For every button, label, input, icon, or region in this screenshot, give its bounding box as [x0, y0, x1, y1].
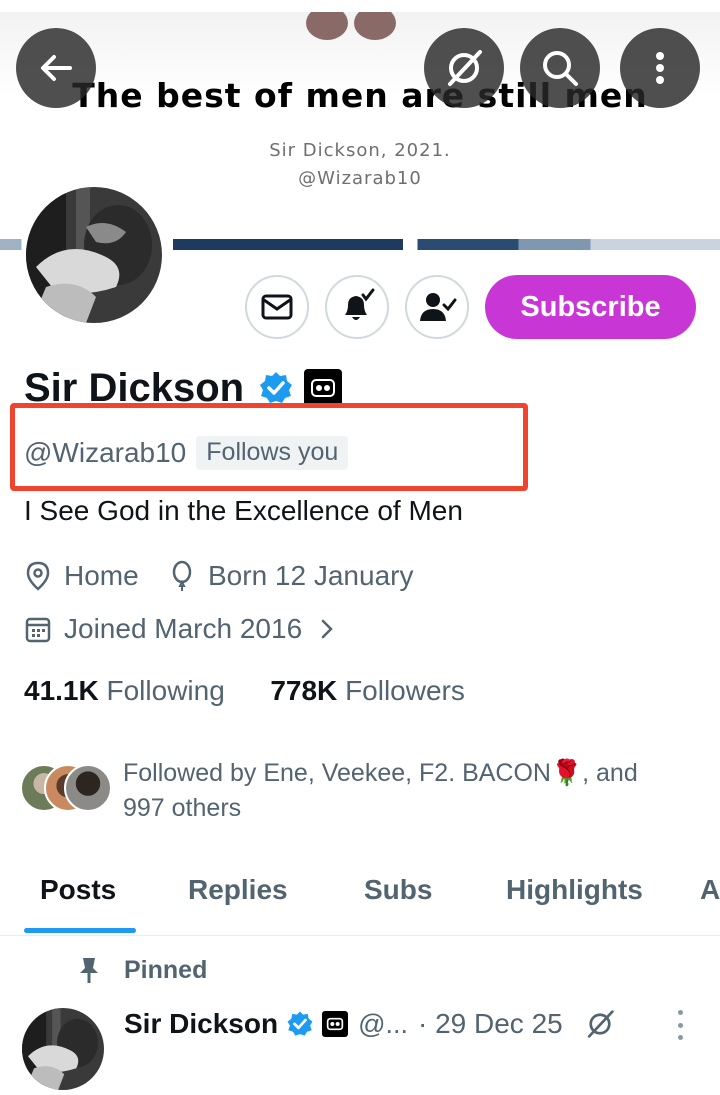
- notifications-button[interactable]: [325, 275, 389, 339]
- profile-location: Home: [24, 560, 139, 592]
- post-author-avatar[interactable]: [22, 1008, 104, 1090]
- pinned-label: Pinned: [124, 955, 208, 984]
- calendar-icon: [25, 617, 51, 643]
- profile-birthday: Born 12 January: [168, 560, 413, 592]
- following-label: Following: [106, 675, 225, 706]
- followers-count: 778K: [270, 675, 338, 706]
- more-options-button[interactable]: [620, 28, 700, 108]
- post-header: Sir Dickson @... · 29 Dec 25: [124, 1004, 617, 1044]
- grok-slash-icon[interactable]: [583, 1007, 617, 1041]
- mutual-followers-avatars[interactable]: [20, 764, 112, 814]
- person-check-icon: [420, 293, 457, 321]
- dot: [677, 1035, 683, 1040]
- more-vertical-icon: [656, 52, 664, 84]
- balloon-icon: [172, 560, 192, 591]
- location-text: Home: [64, 560, 139, 591]
- profile-bio: I See God in the Excellence of Men: [24, 495, 463, 526]
- search-button[interactable]: [520, 28, 600, 108]
- follows-you-badge: Follows you: [196, 436, 349, 470]
- following-count: 41.1K: [24, 675, 99, 706]
- avatar-photo: [26, 187, 162, 323]
- followed-by-text[interactable]: Followed by Ene, Veekee, F2. BACON🌹, and…: [123, 756, 683, 826]
- banner-decoration: [354, 12, 396, 40]
- grok-button[interactable]: [424, 28, 504, 108]
- banner-decoration: [306, 12, 348, 40]
- active-tab-indicator: [24, 928, 136, 933]
- pinned-indicator: Pinned: [76, 955, 207, 985]
- dot: [677, 1022, 683, 1028]
- grok-slash-icon: [448, 50, 482, 86]
- tab-replies[interactable]: Replies: [188, 874, 288, 906]
- profile-tabs: Posts Replies Subs Highlights A: [0, 860, 720, 936]
- followers-label: Followers: [345, 675, 465, 706]
- back-button[interactable]: [16, 28, 96, 108]
- affiliation-logo: [311, 379, 336, 397]
- avatar: [64, 764, 112, 812]
- follow-counts: 41.1K Following 778K Followers: [24, 675, 465, 707]
- post-more-button[interactable]: [670, 1010, 690, 1040]
- pin-icon: [80, 958, 98, 983]
- post-author-name[interactable]: Sir Dickson: [124, 1008, 278, 1040]
- affiliation-logo: [326, 1017, 344, 1031]
- mail-icon: [261, 294, 293, 320]
- chevron-right-icon: [321, 619, 333, 639]
- verified-badge-icon[interactable]: [258, 370, 294, 406]
- bell-check-icon: [345, 288, 375, 320]
- search-icon: [543, 51, 578, 86]
- post-author-handle: @...: [358, 1008, 408, 1039]
- affiliation-badge-icon[interactable]: [304, 369, 343, 407]
- message-button[interactable]: [245, 275, 309, 339]
- post-date: · 29 Dec 25: [417, 1008, 563, 1039]
- joined-text: Joined March 2016: [64, 613, 303, 644]
- banner-credit: Sir Dickson, 2021.: [269, 140, 451, 161]
- affiliation-badge-icon: [322, 1011, 349, 1037]
- banner-quote: The best of men are still men: [72, 76, 648, 115]
- followers-link[interactable]: 778K Followers: [270, 675, 465, 706]
- handle-row: @Wizarab10 Follows you: [24, 434, 349, 472]
- tab-subs[interactable]: Subs: [364, 874, 432, 906]
- profile-handle: @Wizarab10: [24, 437, 187, 468]
- profile-avatar[interactable]: [22, 183, 166, 327]
- profile-joined[interactable]: Joined March 2016: [24, 613, 352, 645]
- arrow-left-icon: [41, 55, 72, 81]
- following-button[interactable]: [405, 275, 469, 339]
- birthday-text: Born 12 January: [208, 560, 414, 591]
- tab-posts[interactable]: Posts: [40, 874, 116, 906]
- tab-highlights[interactable]: Highlights: [506, 874, 643, 906]
- dot: [677, 1010, 683, 1015]
- subscribe-button[interactable]: Subscribe: [485, 275, 696, 339]
- location-pin-icon: [26, 561, 50, 591]
- verified-badge-icon: [287, 1011, 313, 1036]
- following-link[interactable]: 41.1K Following: [24, 675, 225, 706]
- status-bar: [0, 0, 720, 12]
- tab-articles[interactable]: A: [700, 874, 720, 906]
- avatar-photo: [22, 1008, 104, 1090]
